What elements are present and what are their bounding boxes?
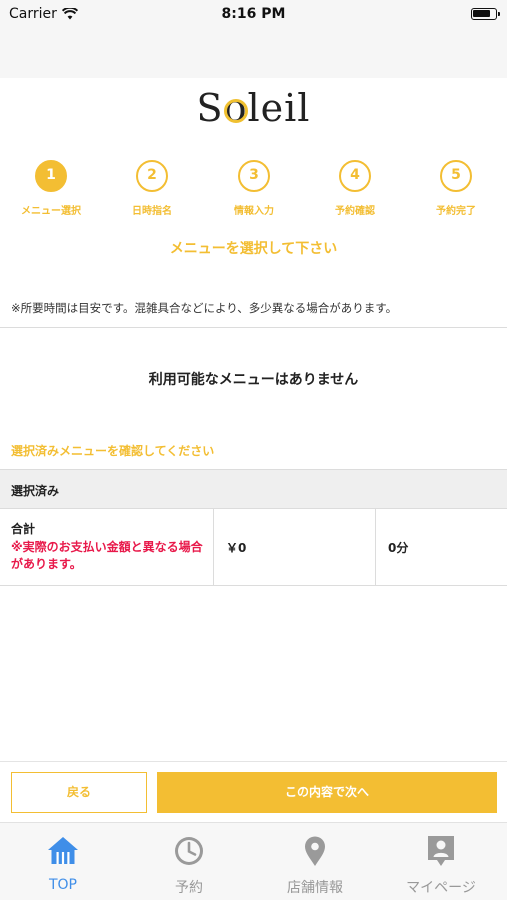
tab-label: TOP [48, 877, 77, 893]
total-duration: 0分 [388, 541, 409, 555]
total-cell: 合計 ※実際のお支払い金額と異なる場合があります。 [0, 509, 214, 585]
page-title: メニューを選択して下さい [169, 241, 338, 257]
step-number: 3 [238, 160, 270, 192]
price-cell: ￥0 [214, 509, 376, 585]
step-confirm: 4 予約確認 [304, 160, 406, 217]
divider [0, 327, 507, 328]
step-menu-select: 1 メニュー選択 [0, 160, 102, 217]
step-datetime: 2 日時指名 [101, 160, 203, 217]
battery-icon [471, 8, 500, 20]
step-number: 1 [35, 160, 67, 192]
tab-bar: TOP 予約 店舗情報 マイページ [0, 822, 507, 900]
selected-section-header: 選択済み [0, 469, 507, 509]
step-label: 予約確認 [335, 206, 375, 217]
navigation-bar [0, 28, 507, 78]
step-label: 予約完了 [436, 206, 476, 217]
tab-top[interactable]: TOP [0, 823, 126, 900]
back-button[interactable]: 戻る [11, 772, 147, 813]
empty-menu-message: 利用可能なメニューはありません [148, 372, 359, 388]
logo-s: S [196, 86, 224, 130]
tab-label: マイページ [406, 880, 476, 896]
logo-wordmark: So leil [197, 86, 311, 130]
duration-cell: 0分 [376, 509, 507, 585]
status-bar: Carrier 8:16 PM [0, 0, 507, 28]
profile-card-icon [428, 836, 454, 866]
duration-note: ※所要時間は目安です。混雑具合などにより、多少異なる場合があります。 [11, 301, 398, 315]
logo-rest: leil [247, 86, 311, 130]
step-number: 4 [339, 160, 371, 192]
step-complete: 5 予約完了 [405, 160, 507, 217]
logo-sun-o: o [223, 86, 248, 130]
divider [0, 761, 507, 762]
home-icon [48, 837, 78, 864]
total-label: 合計 [11, 522, 36, 536]
step-number: 5 [440, 160, 472, 192]
tab-reservation[interactable]: 予約 [126, 823, 252, 900]
step-number: 2 [136, 160, 168, 192]
tab-label: 店舗情報 [287, 880, 343, 896]
tab-store-info[interactable]: 店舗情報 [252, 823, 378, 900]
map-pin-icon [305, 836, 325, 866]
payment-warning: ※実際のお支払い金額と異なる場合があります。 [11, 540, 203, 571]
progress-steps: 1 メニュー選択 2 日時指名 3 情報入力 4 予約確認 5 予約完了 [0, 160, 507, 220]
total-price: ￥0 [226, 541, 247, 555]
step-info-input: 3 情報入力 [203, 160, 305, 217]
tab-mypage[interactable]: マイページ [378, 823, 504, 900]
summary-row: 合計 ※実際のお支払い金額と異なる場合があります。 ￥0 0分 [0, 509, 507, 586]
next-button[interactable]: この内容で次へ [157, 772, 497, 813]
confirm-selection-label: 選択済みメニューを確認してください [11, 444, 215, 458]
step-label: メニュー選択 [21, 206, 81, 217]
brand-logo: So leil [0, 86, 507, 134]
clock-icon [175, 837, 203, 865]
step-label: 日時指名 [132, 206, 172, 217]
status-time: 8:16 PM [221, 6, 286, 22]
selected-header-label: 選択済み [11, 484, 60, 498]
tab-label: 予約 [175, 880, 203, 896]
step-label: 情報入力 [234, 206, 274, 217]
sun-icon [223, 98, 248, 123]
